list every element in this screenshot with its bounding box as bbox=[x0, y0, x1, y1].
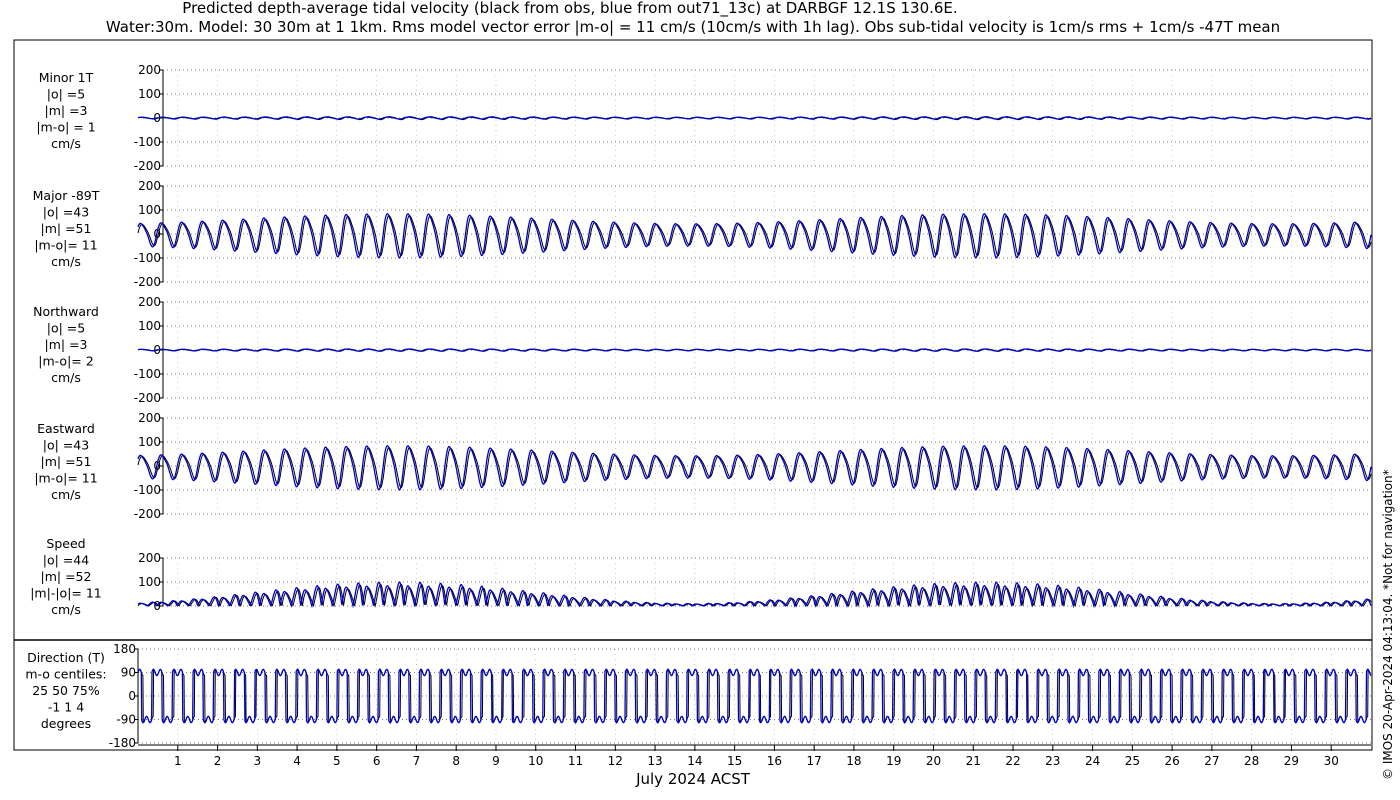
xtick-label-21: 21 bbox=[966, 754, 981, 768]
ytick-label-northward-4: 200 bbox=[138, 295, 161, 309]
xtick-label-6: 6 bbox=[373, 754, 381, 768]
ytick-label-speed-1: 100 bbox=[138, 575, 161, 589]
xtick-label-22: 22 bbox=[1005, 754, 1020, 768]
xtick-label-7: 7 bbox=[413, 754, 421, 768]
side-label-northward-2: |m| =3 bbox=[45, 337, 88, 352]
xtick-label-1: 1 bbox=[174, 754, 182, 768]
ytick-label-direction-3: 90 bbox=[121, 666, 136, 680]
ytick-label-northward-0: -200 bbox=[134, 391, 161, 405]
xtick-label-9: 9 bbox=[492, 754, 500, 768]
credit-text: © IMOS 20-Apr-2024 04:13:04. *Not for na… bbox=[1381, 469, 1395, 780]
figure-background bbox=[0, 0, 1400, 800]
xtick-label-28: 28 bbox=[1244, 754, 1259, 768]
xtick-label-26: 26 bbox=[1164, 754, 1179, 768]
ytick-label-direction-1: -90 bbox=[116, 713, 136, 727]
side-label-speed-0: Speed bbox=[46, 536, 85, 551]
side-label-minor-0: Minor 1T bbox=[39, 70, 94, 85]
xtick-label-11: 11 bbox=[568, 754, 583, 768]
ytick-label-minor-1: -100 bbox=[134, 135, 161, 149]
xtick-label-24: 24 bbox=[1085, 754, 1100, 768]
x-axis-label: July 2024 ACST bbox=[635, 770, 751, 788]
xtick-label-13: 13 bbox=[647, 754, 662, 768]
xtick-label-27: 27 bbox=[1204, 754, 1219, 768]
xtick-label-20: 20 bbox=[926, 754, 941, 768]
xtick-label-18: 18 bbox=[846, 754, 861, 768]
side-label-major-1: |o| =43 bbox=[43, 205, 89, 220]
xtick-label-19: 19 bbox=[886, 754, 901, 768]
side-label-eastward-4: cm/s bbox=[51, 487, 81, 502]
ytick-label-major-0: -200 bbox=[134, 275, 161, 289]
ytick-label-minor-0: -200 bbox=[134, 159, 161, 173]
ytick-label-northward-1: -100 bbox=[134, 367, 161, 381]
side-label-major-0: Major -89T bbox=[33, 188, 100, 203]
side-label-northward-3: |m-o|= 2 bbox=[38, 354, 93, 369]
side-label-speed-3: |m|-|o|= 11 bbox=[30, 586, 102, 601]
xtick-label-2: 2 bbox=[214, 754, 222, 768]
side-label-minor-1: |o| =5 bbox=[47, 87, 85, 102]
xtick-label-15: 15 bbox=[727, 754, 742, 768]
side-label-eastward-3: |m-o|= 11 bbox=[34, 471, 97, 486]
side-label-major-4: cm/s bbox=[51, 254, 81, 269]
side-label-eastward-2: |m| =51 bbox=[41, 454, 92, 469]
side-label-speed-1: |o| =44 bbox=[43, 553, 89, 568]
xtick-label-8: 8 bbox=[452, 754, 460, 768]
side-label-direction-4: degrees bbox=[41, 716, 91, 731]
side-label-major-2: |m| =51 bbox=[41, 221, 92, 236]
ytick-label-eastward-0: -200 bbox=[134, 507, 161, 521]
xtick-label-25: 25 bbox=[1125, 754, 1140, 768]
side-label-direction-2: 25 50 75% bbox=[32, 683, 100, 698]
side-label-direction-3: -1 1 4 bbox=[48, 700, 84, 715]
side-label-speed-2: |m| =52 bbox=[41, 569, 92, 584]
side-label-northward-0: Northward bbox=[33, 304, 99, 319]
ytick-label-eastward-4: 200 bbox=[138, 411, 161, 425]
ytick-label-eastward-3: 100 bbox=[138, 435, 161, 449]
side-label-speed-4: cm/s bbox=[51, 602, 81, 617]
ytick-label-direction-0: -180 bbox=[109, 736, 136, 750]
ytick-label-major-1: -100 bbox=[134, 251, 161, 265]
xtick-label-5: 5 bbox=[333, 754, 341, 768]
side-label-minor-2: |m| =3 bbox=[45, 103, 88, 118]
side-label-northward-4: cm/s bbox=[51, 370, 81, 385]
ytick-label-minor-3: 100 bbox=[138, 87, 161, 101]
ytick-label-direction-2: 0 bbox=[128, 689, 136, 703]
xtick-label-17: 17 bbox=[807, 754, 822, 768]
side-label-northward-1: |o| =5 bbox=[47, 321, 85, 336]
side-label-minor-3: |m-o| = 1 bbox=[36, 120, 95, 135]
side-label-eastward-0: Eastward bbox=[37, 421, 95, 436]
ytick-label-speed-2: 200 bbox=[138, 551, 161, 565]
side-label-eastward-1: |o| =43 bbox=[43, 438, 89, 453]
xtick-label-4: 4 bbox=[293, 754, 301, 768]
xtick-label-12: 12 bbox=[608, 754, 623, 768]
ytick-label-direction-4: 180 bbox=[113, 642, 136, 656]
side-label-major-3: |m-o|= 11 bbox=[34, 238, 97, 253]
tidal-velocity-figure: Predicted depth-average tidal velocity (… bbox=[0, 0, 1400, 800]
xtick-label-30: 30 bbox=[1324, 754, 1339, 768]
xtick-label-16: 16 bbox=[767, 754, 782, 768]
xtick-label-3: 3 bbox=[254, 754, 262, 768]
ytick-label-major-3: 100 bbox=[138, 203, 161, 217]
side-label-direction-0: Direction (T) bbox=[27, 650, 105, 665]
title-line-2: Water:30m. Model: 30 30m at 1 1km. Rms m… bbox=[106, 18, 1280, 36]
xtick-label-23: 23 bbox=[1045, 754, 1060, 768]
ytick-label-eastward-1: -100 bbox=[134, 483, 161, 497]
ytick-label-major-4: 200 bbox=[138, 179, 161, 193]
side-label-direction-1: m-o centiles: bbox=[25, 667, 106, 682]
title-line-1: Predicted depth-average tidal velocity (… bbox=[182, 0, 957, 18]
xtick-label-29: 29 bbox=[1284, 754, 1299, 768]
xtick-label-10: 10 bbox=[528, 754, 543, 768]
ytick-label-northward-3: 100 bbox=[138, 319, 161, 333]
xtick-label-14: 14 bbox=[687, 754, 702, 768]
side-label-minor-4: cm/s bbox=[51, 136, 81, 151]
ytick-label-minor-4: 200 bbox=[138, 63, 161, 77]
